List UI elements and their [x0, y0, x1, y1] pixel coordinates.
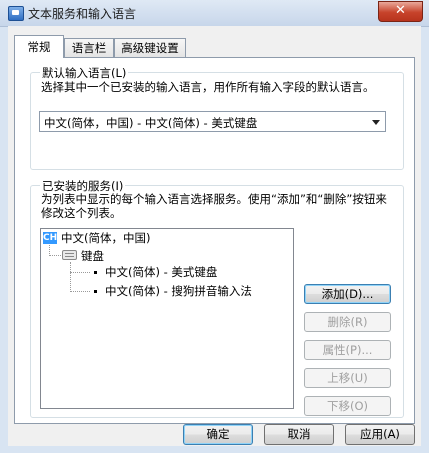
tree-connector — [70, 272, 90, 273]
remove-button[interactable]: 删除(R) — [304, 312, 391, 332]
keyboard-app-icon — [8, 6, 24, 21]
ok-button[interactable]: 确定 — [183, 424, 253, 445]
tree-item-service[interactable]: 中文(简体) - 搜狗拼音输入法 — [105, 284, 252, 298]
tree-connector — [70, 291, 90, 292]
tree-connector — [49, 255, 61, 256]
add-button[interactable]: 添加(D)... — [304, 284, 391, 304]
chevron-down-icon — [372, 120, 380, 125]
tab-general[interactable]: 常规 — [14, 35, 64, 58]
window-title: 文本服务和输入语言 — [28, 7, 137, 21]
tree-item-service[interactable]: 中文(简体) - 美式键盘 — [105, 265, 217, 279]
properties-button[interactable]: 属性(P)... — [304, 340, 391, 360]
tab-language-bar[interactable]: 语言栏 — [64, 38, 114, 57]
tab-panel-general: 默认输入语言(L) 选择其中一个已安装的输入语言，用作所有输入字段的默认语言。 … — [14, 57, 415, 424]
bullet-icon — [94, 290, 97, 293]
tree-item-keyboard[interactable]: 键盘 — [81, 249, 104, 263]
default-language-description: 选择其中一个已安装的输入语言，用作所有输入字段的默认语言。 — [41, 80, 375, 94]
language-badge-icon: CH — [43, 232, 58, 244]
default-language-selected: 中文(简体，中国) - 中文(简体) - 美式键盘 — [44, 116, 258, 130]
cancel-button[interactable]: 取消 — [264, 424, 334, 445]
keyboard-icon — [62, 250, 77, 260]
tab-advanced-key-settings[interactable]: 高级键设置 — [114, 38, 186, 57]
close-button[interactable]: ✕ — [378, 1, 423, 22]
installed-services-tree[interactable]: CH 中文(简体，中国) 键盘 中文(简体) - 美式键盘 中文(简体) - 搜… — [40, 228, 294, 409]
default-language-legend: 默认输入语言(L) — [40, 65, 129, 81]
tree-connector — [70, 262, 71, 292]
bullet-icon — [94, 271, 97, 274]
installed-services-description: 为列表中显示的每个输入语言选择服务。使用“添加”和“删除”按钮来修改这个列表。 — [41, 192, 387, 220]
move-up-button[interactable]: 上移(U) — [304, 368, 391, 388]
title-bar: 文本服务和输入语言 ✕ — [0, 0, 429, 27]
tree-item-language[interactable]: 中文(简体，中国) — [61, 231, 150, 245]
move-down-button[interactable]: 下移(O) — [304, 396, 391, 416]
dialog-client: 常规 语言栏 高级键设置 默认输入语言(L) 选择其中一个已安装的输入语言，用作… — [8, 26, 421, 446]
default-language-select[interactable]: 中文(简体，中国) - 中文(简体) - 美式键盘 — [39, 111, 386, 132]
apply-button[interactable]: 应用(A) — [345, 424, 415, 445]
